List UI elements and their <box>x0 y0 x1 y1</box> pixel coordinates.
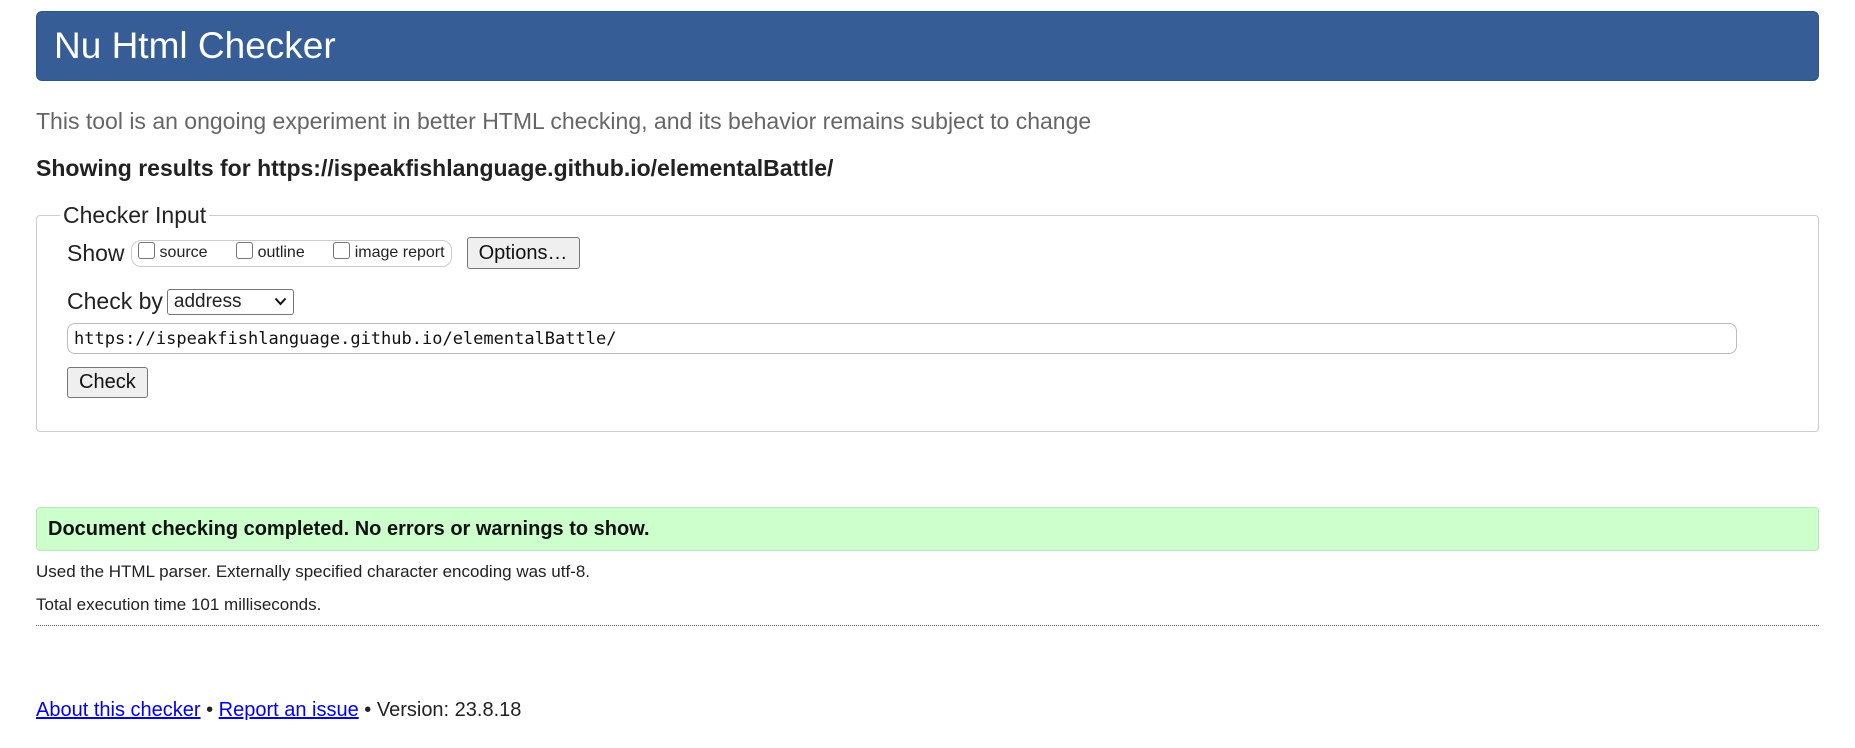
outline-checkbox[interactable] <box>235 241 253 259</box>
outline-label: outline <box>257 244 305 261</box>
show-source-option[interactable]: source <box>137 241 208 262</box>
footer-separator: • <box>200 699 219 721</box>
check-by-select[interactable]: address <box>166 288 294 315</box>
showing-results-heading: Showing results for https://ispeakfishla… <box>36 155 834 181</box>
execution-time: Total execution time 101 milliseconds. <box>36 595 322 614</box>
chevron-down-icon <box>274 297 287 306</box>
tagline: This tool is an ongoing experiment in be… <box>36 108 1092 134</box>
show-outline-option[interactable]: outline <box>235 241 305 262</box>
checker-input-fieldset: Checker Input Show source outline image … <box>36 202 1819 432</box>
about-checker-link[interactable]: About this checker <box>36 699 201 721</box>
show-options-group: source outline image report <box>130 239 452 267</box>
checker-input-legend: Checker Input <box>63 202 207 228</box>
source-label: source <box>159 244 208 261</box>
footer: About this checker • Report an issue • V… <box>36 699 1819 722</box>
page: Nu Html Checker This tool is an ongoing … <box>36 11 1819 722</box>
page-title: Nu Html Checker <box>54 25 336 66</box>
image-report-checkbox[interactable] <box>332 241 350 259</box>
report-issue-link[interactable]: Report an issue <box>219 699 359 721</box>
page-header: Nu Html Checker <box>36 11 1819 81</box>
version-text: • Version: 23.8.18 <box>358 699 522 721</box>
check-by-label: Check by <box>67 288 163 314</box>
show-label: Show <box>67 239 125 266</box>
check-by-selected-value: address <box>173 290 242 312</box>
show-image-report-option[interactable]: image report <box>332 241 445 262</box>
check-by-row: Check by address <box>67 288 1788 315</box>
options-button[interactable]: Options… <box>466 237 580 269</box>
show-row: Show source outline image report Options… <box>67 237 1788 269</box>
divider <box>36 625 1819 626</box>
check-row: Check <box>67 367 1788 398</box>
check-button[interactable]: Check <box>67 367 148 398</box>
image-report-label: image report <box>354 244 445 261</box>
source-checkbox[interactable] <box>137 241 155 259</box>
url-input[interactable]: https://ispeakfishlanguage.github.io/ele… <box>67 323 1737 354</box>
parser-info: Used the HTML parser. Externally specifi… <box>36 562 591 581</box>
success-message: Document checking completed. No errors o… <box>36 507 1819 551</box>
